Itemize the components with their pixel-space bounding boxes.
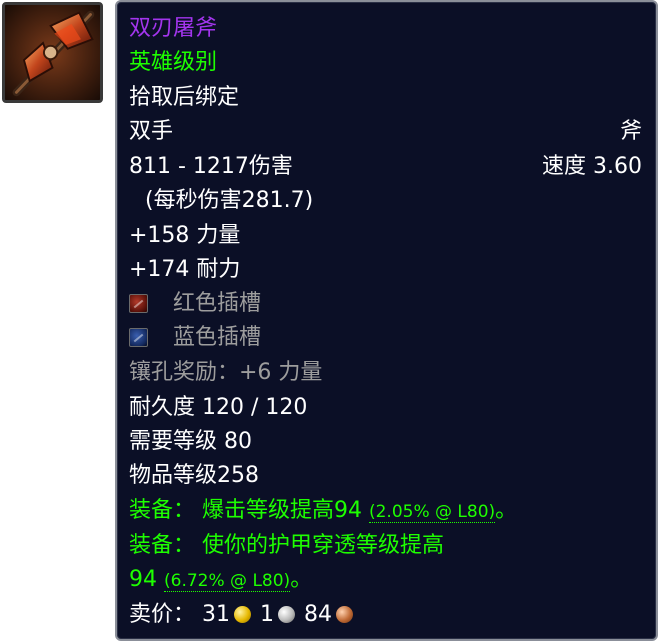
stat-stamina: +174 耐力 <box>129 257 241 282</box>
item-icon[interactable] <box>2 2 103 103</box>
item-slot-row: 双手 斧 <box>129 118 642 146</box>
equip-effect-armor-pen-line1: 装备： 使你的护甲穿透等级提高 <box>129 533 444 558</box>
item-damage: 811 - 1217伤害 <box>129 154 293 179</box>
equip-crit-suffix: 。 <box>495 498 518 523</box>
item-required-level: 需要等级 80 <box>129 429 252 454</box>
socket-blue-row: 蓝色插槽 <box>129 324 642 352</box>
equip-armor-pen-suffix: 。 <box>290 567 313 592</box>
item-hands: 双手 <box>129 119 174 144</box>
equip-crit-text: 装备： 爆击等级提高94 <box>129 498 369 523</box>
silver-coin-icon <box>278 606 296 623</box>
socket-blue-label: 蓝色插槽 <box>173 325 262 350</box>
socket-bonus: 镶孔奖励：+6 力量 <box>129 360 323 385</box>
equip-effect-crit: 装备： 爆击等级提高94 (2.05% @ L80)。 <box>129 497 642 526</box>
item-weapon-type: 斧 <box>619 119 642 144</box>
item-binding: 拾取后绑定 <box>129 85 240 110</box>
item-tooltip: 双刃屠斧 英雄级别 拾取后绑定 双手 斧 811 - 1217伤害 速度 3.6… <box>115 0 658 641</box>
equip-armor-pen-value: 94 <box>129 567 164 592</box>
sell-silver-amount: 1 <box>260 602 275 627</box>
sell-copper-amount: 84 <box>304 602 333 627</box>
gold-coin-icon <box>234 606 252 623</box>
sell-price-row: 卖价： 31 1 84 <box>129 601 642 629</box>
sell-gold-amount: 31 <box>202 602 231 627</box>
equip-effect-armor-pen-line2: 94 (6.72% @ L80)。 <box>129 566 642 595</box>
equip-armor-pen-detail: (6.72% @ L80) <box>164 571 291 592</box>
stat-strength: +158 力量 <box>129 223 241 248</box>
socket-red-row: 红色插槽 <box>129 290 642 318</box>
sell-price-label: 卖价： <box>129 602 196 627</box>
item-damage-row: 811 - 1217伤害 速度 3.60 <box>129 153 642 181</box>
double-bladed-axe-icon <box>5 5 100 100</box>
equip-crit-detail: (2.05% @ L80) <box>368 502 496 523</box>
item-quality: 英雄级别 <box>129 50 218 75</box>
item-name: 双刃屠斧 <box>129 16 218 41</box>
item-dps: (每秒伤害281.7) <box>145 188 314 213</box>
socket-red-label: 红色插槽 <box>173 291 262 316</box>
item-level: 物品等级258 <box>129 463 259 488</box>
blue-socket-icon <box>129 328 148 347</box>
item-durability: 耐久度 120 / 120 <box>129 395 308 420</box>
red-socket-icon <box>129 294 148 313</box>
item-speed: 速度 3.60 <box>542 154 642 179</box>
copper-coin-icon <box>336 606 354 623</box>
